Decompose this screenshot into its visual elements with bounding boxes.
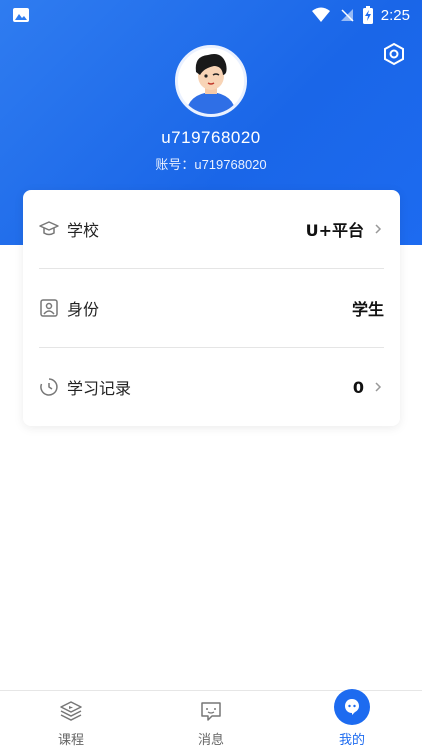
- id-card-icon: [40, 299, 58, 317]
- row-study-record[interactable]: 学习记录 0: [39, 348, 384, 426]
- status-time: 2:25: [380, 6, 410, 24]
- school-label: 学校: [67, 221, 100, 240]
- chevron-right-icon: [375, 224, 382, 234]
- graduation-cap-icon: [39, 221, 59, 236]
- tab-messages[interactable]: 消息: [171, 691, 251, 750]
- chevron-right-icon: [375, 382, 382, 392]
- profile-icon: [345, 699, 359, 715]
- identity-label: 身份: [67, 300, 100, 319]
- identity-value: 学生: [351, 300, 384, 319]
- account-line: 账号：u719768020: [155, 157, 267, 172]
- school-value: U+平台: [305, 221, 364, 240]
- avatar-illustration: [178, 48, 244, 114]
- tab-mine-label: 我的: [338, 733, 365, 748]
- active-tab-bubble: [334, 689, 370, 725]
- study-record-label: 学习记录: [67, 379, 132, 398]
- row-identity: 身份 学生: [39, 269, 384, 347]
- username: u719768020: [161, 128, 261, 147]
- battery-charging-icon: [362, 6, 373, 24]
- profile-info-card: 学校 U+平台 身份 学生 学习记录 0: [23, 190, 400, 426]
- signal-off-icon: [340, 9, 354, 22]
- tab-mine[interactable]: 我的: [312, 689, 392, 750]
- study-record-value: 0: [352, 377, 364, 397]
- tab-courses[interactable]: 课程: [31, 691, 111, 750]
- tab-messages-label: 消息: [197, 733, 224, 748]
- status-bar: 2:25: [0, 0, 422, 30]
- message-icon: [201, 702, 221, 721]
- tab-courses-label: 课程: [57, 733, 84, 748]
- avatar[interactable]: [175, 45, 247, 117]
- wifi-icon: [311, 7, 330, 22]
- settings-icon[interactable]: [382, 42, 406, 66]
- course-icon: [60, 701, 82, 721]
- row-school[interactable]: 学校 U+平台: [39, 190, 384, 268]
- bottom-tab-bar: 课程 消息 我的: [0, 689, 422, 750]
- image-icon: [13, 8, 29, 22]
- history-icon: [40, 378, 58, 396]
